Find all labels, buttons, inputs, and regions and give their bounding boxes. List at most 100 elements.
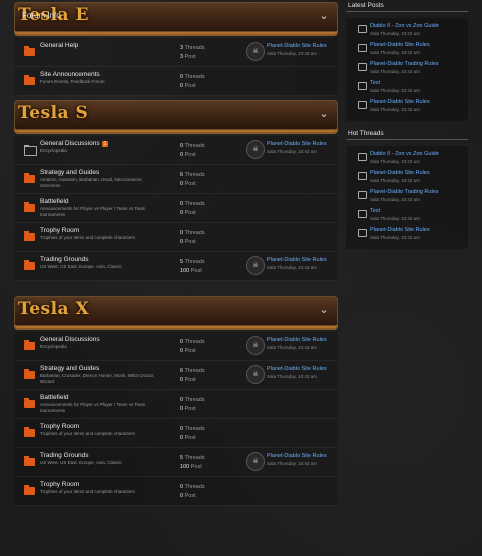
forum-title[interactable]: General Discussions 1 xyxy=(40,140,109,147)
forum-title-text[interactable]: General Discussions xyxy=(40,336,100,343)
post-title[interactable]: Diablo II - Zon vs Zon Guide xyxy=(370,23,439,29)
forum-description[interactable]: Trophies of your items and complete char… xyxy=(40,431,160,437)
forum-description[interactable]: Trophies of your items and complete char… xyxy=(40,235,160,241)
latest-item[interactable]: Planet-Diablo Site Rules Sala Thursday, 1… xyxy=(346,98,468,117)
forum-title[interactable]: Trophy Room xyxy=(40,227,79,234)
forum-title[interactable]: Trading Grounds xyxy=(40,256,89,263)
forum-row[interactable]: Site Announcements Forum Events, Feedback… xyxy=(14,67,338,96)
post-title[interactable]: Planet-Diablo Site Rules xyxy=(370,170,430,176)
forum-row[interactable]: Strategy and Guides Amazon, Assassin, Bar… xyxy=(14,165,338,194)
last-post-title[interactable]: Planet-Diablo Site Rules xyxy=(267,141,327,147)
forum-row[interactable]: General Discussions Encyclopedia 0 Threads… xyxy=(14,332,338,361)
forum-row[interactable]: Trophy Room Trophies of your items and co… xyxy=(14,223,338,252)
forum-stats: 0 Threads 0 Post xyxy=(180,73,205,91)
post-count: 0 Post xyxy=(180,405,205,414)
forum-title-text[interactable]: General Help xyxy=(40,42,78,49)
forum-title[interactable]: Trophy Room xyxy=(40,423,79,430)
forum-title[interactable]: Strategy and Guides xyxy=(40,169,99,176)
post-title[interactable]: Planet-Diablo Trading Rules xyxy=(370,189,438,195)
forum-title-text[interactable]: Battlefield xyxy=(40,198,69,205)
last-post[interactable]: ☠ Planet-Diablo Site Rules Sala Thursday, … xyxy=(246,42,338,62)
post-title[interactable]: Planet-Diablo Site Rules xyxy=(370,227,430,233)
thread-count: 0 Threads xyxy=(180,200,205,209)
forum-row[interactable]: Trophy Room Trophies of your items and co… xyxy=(14,477,338,506)
post-title[interactable]: Planet-Diablo Site Rules xyxy=(370,99,430,105)
forum-description[interactable]: Encyclopedia xyxy=(40,344,160,350)
avatar[interactable]: ☠ xyxy=(246,452,265,471)
forum-title[interactable]: Site Announcements xyxy=(40,71,100,78)
hot-item[interactable]: Test Sala Thursday, 10:43 am xyxy=(346,207,468,226)
forum-row[interactable]: Battlefield Announcements for Player vs P… xyxy=(14,390,338,419)
category-subtitle: Forum Info xyxy=(22,11,61,20)
forum-title-text[interactable]: Battlefield xyxy=(40,394,69,401)
post-title[interactable]: Planet-Diablo Site Rules xyxy=(370,42,430,48)
last-post[interactable]: ☠ Planet-Diablo Site Rules Sala Thursday, … xyxy=(246,452,338,472)
last-post-title[interactable]: Planet-Diablo Site Rules xyxy=(267,337,327,343)
forum-title-text[interactable]: Trophy Room xyxy=(40,423,79,430)
avatar[interactable]: ☠ xyxy=(246,365,265,384)
forum-description[interactable]: Barbarian, Crusader, Demon Hunter, Monk,… xyxy=(40,373,160,385)
avatar[interactable]: ☠ xyxy=(246,256,265,275)
avatar[interactable]: ☠ xyxy=(246,140,265,159)
latest-item[interactable]: Planet-Diablo Trading Rules Sala Thursday… xyxy=(346,60,468,79)
forum-title[interactable]: Battlefield xyxy=(40,394,69,401)
latest-item[interactable]: Diablo II - Zon vs Zon Guide Sala Thursda… xyxy=(346,22,468,41)
post-title[interactable]: Test xyxy=(370,80,380,86)
hot-item[interactable]: Planet-Diablo Site Rules Sala Thursday, 1… xyxy=(346,169,468,188)
last-post-title[interactable]: Planet-Diablo Site Rules xyxy=(267,43,327,49)
forum-description[interactable]: Amazon, Assassin, Barbarian, Druid, Necr… xyxy=(40,177,160,189)
forum-row[interactable]: General Help 3 Threads 3 Post ☠ Planet-Diabl… xyxy=(14,38,338,67)
latest-item[interactable]: Planet-Diablo Site Rules Sala Thursday, 1… xyxy=(346,41,468,60)
hot-item[interactable]: Planet-Diablo Trading Rules Sala Thursday… xyxy=(346,188,468,207)
last-post-title[interactable]: Planet-Diablo Site Rules xyxy=(267,453,327,459)
post-title[interactable]: Diablo II - Zon vs Zon Guide xyxy=(370,151,439,157)
forum-description[interactable]: US West, US East, Europe, Asia, Classic xyxy=(40,264,160,270)
post-title[interactable]: Planet-Diablo Trading Rules xyxy=(370,61,438,67)
forum-title-text[interactable]: Strategy and Guides xyxy=(40,169,99,176)
forum-description[interactable]: Encyclopedia xyxy=(40,148,160,154)
category-header[interactable]: Tesla S ⌄ xyxy=(14,100,338,132)
chevron-down-icon[interactable]: ⌄ xyxy=(318,10,330,22)
chevron-down-icon[interactable]: ⌄ xyxy=(318,108,330,120)
forum-row[interactable]: Trading Grounds US West, US East, Europe,… xyxy=(14,252,338,281)
forum-description[interactable]: Announcements for Player vs Player / Tea… xyxy=(40,206,160,218)
post-title[interactable]: Test xyxy=(370,208,380,214)
forum-title-text[interactable]: Site Announcements xyxy=(40,71,100,78)
hot-item[interactable]: Diablo II - Zon vs Zon Guide Sala Thursda… xyxy=(346,150,468,169)
forum-title[interactable]: Battlefield xyxy=(40,198,69,205)
forum-description[interactable]: Announcements for Player vs Player / Tea… xyxy=(40,402,160,414)
forum-title[interactable]: Strategy and Guides xyxy=(40,365,99,372)
chevron-down-icon[interactable]: ⌄ xyxy=(318,304,330,316)
forum-title-text[interactable]: Trophy Room xyxy=(40,481,79,488)
last-post[interactable]: ☠ Planet-Diablo Site Rules Sala Thursday, … xyxy=(246,140,338,160)
latest-item[interactable]: Test Sala Thursday, 10:43 am xyxy=(346,79,468,98)
category-header[interactable]: Tesla X ⌄ xyxy=(14,296,338,328)
forum-description[interactable]: US West, US East, Europe, Asia, Classic xyxy=(40,460,160,466)
forum-description[interactable]: Trophies of your items and complete char… xyxy=(40,489,160,495)
forum-row[interactable]: Battlefield Announcements for Player vs P… xyxy=(14,194,338,223)
avatar[interactable]: ☠ xyxy=(246,336,265,355)
last-post-title[interactable]: Planet-Diablo Site Rules xyxy=(267,257,327,263)
forum-row[interactable]: Trading Grounds US West, US East, Europe,… xyxy=(14,448,338,477)
forum-row[interactable]: General Discussions 1 Encyclopedia 0 Thread… xyxy=(14,136,338,165)
post-count: 100 Post xyxy=(180,463,205,472)
avatar[interactable]: ☠ xyxy=(246,42,265,61)
forum-description[interactable]: Forum Events, Feedback Forum xyxy=(40,79,160,85)
forum-title-text[interactable]: Trading Grounds xyxy=(40,452,89,459)
last-post-title[interactable]: Planet-Diablo Site Rules xyxy=(267,366,327,372)
last-post[interactable]: ☠ Planet-Diablo Site Rules Sala Thursday, … xyxy=(246,365,338,385)
forum-title-text[interactable]: Trophy Room xyxy=(40,227,79,234)
last-post[interactable]: ☠ Planet-Diablo Site Rules Sala Thursday, … xyxy=(246,256,338,276)
forum-title-text[interactable]: Strategy and Guides xyxy=(40,365,99,372)
hot-item[interactable]: Planet-Diablo Site Rules Sala Thursday, 1… xyxy=(346,226,468,245)
forum-title[interactable]: General Help xyxy=(40,42,78,49)
forum-title[interactable]: Trophy Room xyxy=(40,481,79,488)
last-post[interactable]: ☠ Planet-Diablo Site Rules Sala Thursday, … xyxy=(246,336,338,356)
forum-title[interactable]: Trading Grounds xyxy=(40,452,89,459)
forum-row[interactable]: Strategy and Guides Barbarian, Crusader, … xyxy=(14,361,338,390)
category-header[interactable]: Tesla E Forum Info ⌄ xyxy=(14,2,338,34)
forum-title[interactable]: General Discussions xyxy=(40,336,100,343)
forum-title-text[interactable]: Trading Grounds xyxy=(40,256,89,263)
forum-title-text[interactable]: General Discussions xyxy=(40,140,100,147)
forum-row[interactable]: Trophy Room Trophies of your items and co… xyxy=(14,419,338,448)
